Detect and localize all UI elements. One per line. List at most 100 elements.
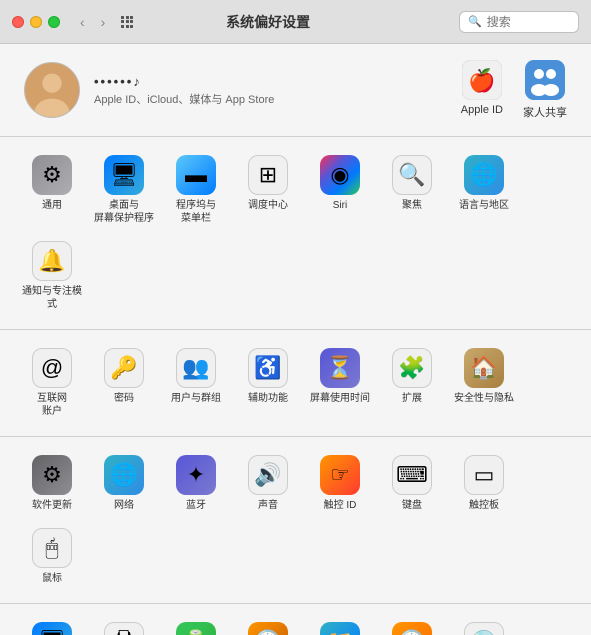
- search-input[interactable]: [487, 15, 567, 29]
- access-label: 辅助功能: [248, 392, 288, 405]
- network-icon: 🌐: [104, 455, 144, 495]
- pref-item-mouse[interactable]: 🖱鼠标: [16, 520, 88, 593]
- internet-icon: @: [32, 348, 72, 388]
- family-sharing-button[interactable]: 家人共享: [523, 60, 567, 120]
- pref-item-dock[interactable]: ▬ 程序坞与 菜单栏: [160, 147, 232, 233]
- language-icon: 🌐: [464, 155, 504, 195]
- apple-id-icon: 🍎: [462, 60, 502, 100]
- sound-label: 声音: [258, 499, 278, 512]
- general-label: 通用: [42, 199, 62, 212]
- fullscreen-button[interactable]: [48, 16, 60, 28]
- search-box[interactable]: 🔍: [459, 11, 579, 33]
- family-sharing-label: 家人共享: [523, 104, 567, 120]
- minimize-button[interactable]: [30, 16, 42, 28]
- trackpad-label: 触控板: [469, 499, 499, 512]
- touchid-icon: ☞: [320, 455, 360, 495]
- keyboard-label: 键盘: [402, 499, 422, 512]
- pref-item-datetime[interactable]: 🕐日期与时间: [232, 614, 304, 635]
- close-button[interactable]: [12, 16, 24, 28]
- pref-item-printer[interactable]: 🖨打印机与 扫描仪: [88, 614, 160, 635]
- internet-label: 互联网 账户: [37, 392, 67, 418]
- language-label: 语言与地区: [459, 199, 509, 212]
- traffic-lights: [12, 16, 60, 28]
- timemachine-icon: 🕐: [392, 622, 432, 635]
- datetime-icon: 🕐: [248, 622, 288, 635]
- battery-icon: 🔋: [176, 622, 216, 635]
- screentime-label: 屏幕使用时间: [310, 392, 370, 405]
- keyboard-icon: ⌨: [392, 455, 432, 495]
- desktop-label: 桌面与 屏幕保护程序: [94, 199, 154, 225]
- network-label: 网络: [114, 499, 134, 512]
- pref-item-screentime[interactable]: ⏳ 屏幕使用时间: [304, 340, 376, 426]
- pref-item-language[interactable]: 🌐 语言与地区: [448, 147, 520, 233]
- dock-icon: ▬: [176, 155, 216, 195]
- pref-item-keyboard[interactable]: ⌨ 键盘: [376, 447, 448, 520]
- password-icon: 🔑: [104, 348, 144, 388]
- notif-icon: 🔔: [32, 241, 72, 281]
- svg-text:🍎: 🍎: [468, 67, 495, 93]
- softupdate-icon: ⚙: [32, 455, 72, 495]
- screentime-icon: ⏳: [320, 348, 360, 388]
- pref-item-spotlight[interactable]: 🔍 聚焦: [376, 147, 448, 233]
- pref-item-siri[interactable]: ◉ Siri: [304, 147, 376, 233]
- profile-section: ••••••♪ Apple ID、iCloud、媒体与 App Store 🍎 …: [0, 44, 591, 137]
- pref-item-network[interactable]: 🌐 网络: [88, 447, 160, 520]
- display-icon: 🖥: [32, 622, 72, 635]
- profile-name: ••••••♪: [94, 74, 274, 89]
- pref-item-touchid[interactable]: ☞ 触控 ID: [304, 447, 376, 520]
- spotlight-icon: 🔍: [392, 155, 432, 195]
- pref-item-mission[interactable]: ⊞ 调度中心: [232, 147, 304, 233]
- preferences-sections: ⚙ 通用 🖥 桌面与 屏幕保护程序 ▬ 程序坞与 菜单栏 ⊞ 调度中心 ◉ Siri 🔍 聚焦 🌐 语言与…: [0, 137, 591, 635]
- pref-item-battery[interactable]: 🔋电池: [160, 614, 232, 635]
- touchid-label: 触控 ID: [324, 499, 357, 512]
- general-icon: ⚙: [32, 155, 72, 195]
- pref-section-section4: 🖥显示器🖨打印机与 扫描仪🔋电池🕐日期与时间📁共享🕐时间机器💿启动磁盘✓描述文件: [0, 604, 591, 635]
- spotlight-label: 聚焦: [402, 199, 422, 212]
- pref-item-security[interactable]: 🏠 安全性与隐私: [448, 340, 520, 426]
- pref-item-display[interactable]: 🖥显示器: [16, 614, 88, 635]
- users-icon: 👥: [176, 348, 216, 388]
- mouse-icon: 🖱: [32, 528, 72, 568]
- pref-item-internet[interactable]: @ 互联网 账户: [16, 340, 88, 426]
- bluetooth-icon: ✦: [176, 455, 216, 495]
- security-label: 安全性与隐私: [454, 392, 514, 405]
- siri-label: Siri: [333, 199, 347, 212]
- profile-right: 🍎 Apple ID 家人共享: [461, 60, 567, 120]
- sharing-icon: 📁: [320, 622, 360, 635]
- access-icon: ♿: [248, 348, 288, 388]
- startdisk-icon: 💿: [464, 622, 504, 635]
- pref-item-bluetooth[interactable]: ✦ 蓝牙: [160, 447, 232, 520]
- bluetooth-label: 蓝牙: [186, 499, 206, 512]
- pref-item-startdisk[interactable]: 💿启动磁盘: [448, 614, 520, 635]
- pref-item-users[interactable]: 👥 用户与群组: [160, 340, 232, 426]
- mission-icon: ⊞: [248, 155, 288, 195]
- avatar: [24, 62, 80, 118]
- pref-item-desktop[interactable]: 🖥 桌面与 屏幕保护程序: [88, 147, 160, 233]
- siri-icon: ◉: [320, 155, 360, 195]
- desktop-icon: 🖥: [104, 155, 144, 195]
- apple-id-button[interactable]: 🍎 Apple ID: [461, 60, 503, 120]
- family-sharing-icon: [525, 60, 565, 100]
- profile-left[interactable]: ••••••♪ Apple ID、iCloud、媒体与 App Store: [24, 62, 274, 118]
- dock-label: 程序坞与 菜单栏: [176, 199, 216, 225]
- security-icon: 🏠: [464, 348, 504, 388]
- extension-label: 扩展: [402, 392, 422, 405]
- printer-icon: 🖨: [104, 622, 144, 635]
- users-label: 用户与群组: [171, 392, 221, 405]
- pref-item-general[interactable]: ⚙ 通用: [16, 147, 88, 233]
- pref-section-section3: ⚙ 软件更新 🌐 网络 ✦ 蓝牙 🔊声音 ☞ 触控 ID ⌨ 键盘 ▭触控板 🖱鼠标: [0, 437, 591, 604]
- pref-grid-section4: 🖥显示器🖨打印机与 扫描仪🔋电池🕐日期与时间📁共享🕐时间机器💿启动磁盘✓描述文件: [16, 614, 575, 635]
- mission-label: 调度中心: [248, 199, 288, 212]
- pref-item-timemachine[interactable]: 🕐时间机器: [376, 614, 448, 635]
- softupdate-label: 软件更新: [32, 499, 72, 512]
- pref-item-notif[interactable]: 🔔通知与专注模式: [16, 233, 88, 319]
- apple-id-label: Apple ID: [461, 104, 503, 116]
- pref-item-extension[interactable]: 🧩 扩展: [376, 340, 448, 426]
- pref-item-trackpad[interactable]: ▭触控板: [448, 447, 520, 520]
- extension-icon: 🧩: [392, 348, 432, 388]
- pref-item-access[interactable]: ♿ 辅助功能: [232, 340, 304, 426]
- pref-item-sound[interactable]: 🔊声音: [232, 447, 304, 520]
- pref-item-sharing[interactable]: 📁共享: [304, 614, 376, 635]
- pref-item-softupdate[interactable]: ⚙ 软件更新: [16, 447, 88, 520]
- pref-item-password[interactable]: 🔑密码: [88, 340, 160, 426]
